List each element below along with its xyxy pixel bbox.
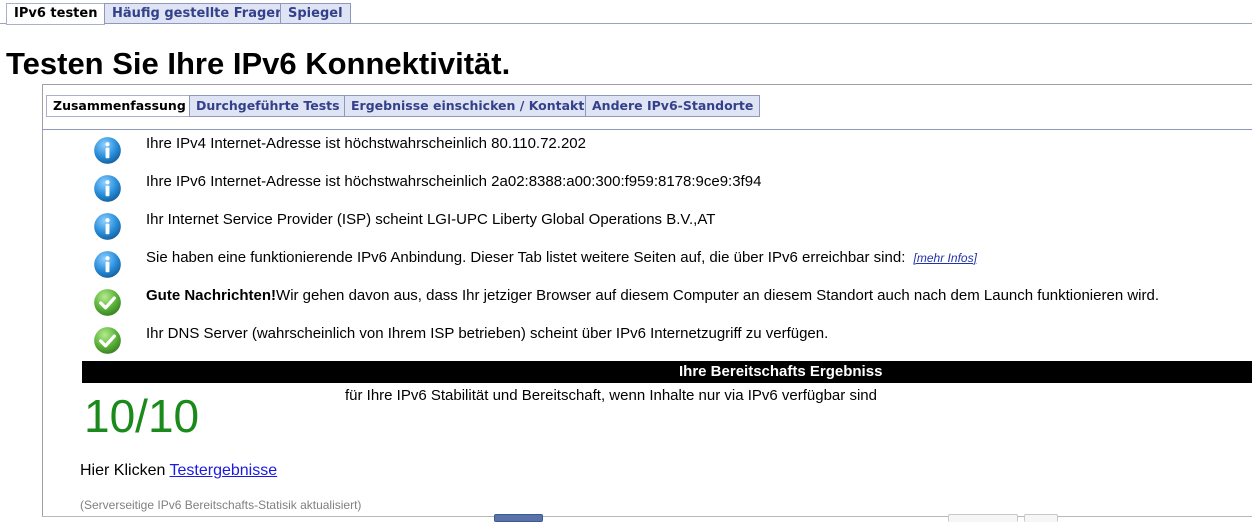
- tab-spiegel[interactable]: Spiegel: [280, 3, 351, 24]
- readiness-score: 10/10: [84, 390, 200, 442]
- share-button[interactable]: [948, 514, 1018, 522]
- tab-zusammenfassung[interactable]: Zusammenfassung: [46, 95, 193, 117]
- msg-ipv6-address: Ihre IPv6 Internet-Adresse ist höchstwah…: [146, 173, 762, 190]
- msg-isp: Ihr Internet Service Provider (ISP) sche…: [146, 211, 716, 228]
- server-stats-note: (Serverseitige IPv6 Bereitschafts-Statis…: [80, 498, 362, 512]
- score-description: für Ihre IPv6 Stabilität und Bereitschaf…: [345, 387, 877, 404]
- panel-bottom-divider: [42, 516, 1252, 517]
- more-info-link[interactable]: [mehr Infos]: [914, 251, 977, 265]
- check-icon: [92, 287, 123, 318]
- info-icon: [92, 249, 123, 280]
- info-icon: [92, 135, 123, 166]
- facebook-like-button[interactable]: [494, 514, 543, 522]
- tab-ergebnisse-kontakt[interactable]: Ergebnisse einschicken / Kontakt: [344, 95, 592, 117]
- page-title: Testen Sie Ihre IPv6 Konnektivität.: [6, 46, 511, 81]
- msg-ipv4-address: Ihre IPv4 Internet-Adresse ist höchstwah…: [146, 135, 586, 152]
- msg-good-news: Gute Nachrichten!Wir gehen davon aus, da…: [146, 287, 1159, 305]
- test-results-link[interactable]: Testergebnisse: [170, 462, 278, 479]
- info-icon: [92, 211, 123, 242]
- info-icon: [92, 173, 123, 204]
- good-news-label: Gute Nachrichten!: [146, 287, 277, 304]
- msg-ipv6-connectivity: Sie haben eine funktionierende IPv6 Anbi…: [146, 249, 977, 267]
- tab-faq[interactable]: Häufig gestellte Fragen: [104, 3, 293, 24]
- good-news-text: Wir gehen davon aus, dass Ihr jetziger B…: [276, 287, 1160, 304]
- score-header-bar: [82, 361, 1252, 383]
- msg-ipv6-connectivity-text: Sie haben eine funktionierende IPv6 Anbi…: [146, 249, 906, 266]
- msg-dns-server: Ihr DNS Server (wahrscheinlich von Ihrem…: [146, 325, 829, 342]
- check-icon: [92, 325, 123, 356]
- tab-ipv6-testen[interactable]: IPv6 testen: [6, 3, 106, 25]
- tab-andere-standorte[interactable]: Andere IPv6-Standorte: [585, 95, 761, 117]
- results-link-line: Hier Klicken Testergebnisse: [80, 462, 277, 480]
- tab-durchgefuehrte-tests[interactable]: Durchgeführte Tests: [189, 95, 347, 117]
- inner-tab-divider: [42, 129, 1252, 130]
- score-header-title: Ihre Bereitschafts Ergebniss: [679, 363, 883, 380]
- share-count-button[interactable]: [1024, 514, 1058, 522]
- results-link-prefix: Hier Klicken: [80, 462, 166, 479]
